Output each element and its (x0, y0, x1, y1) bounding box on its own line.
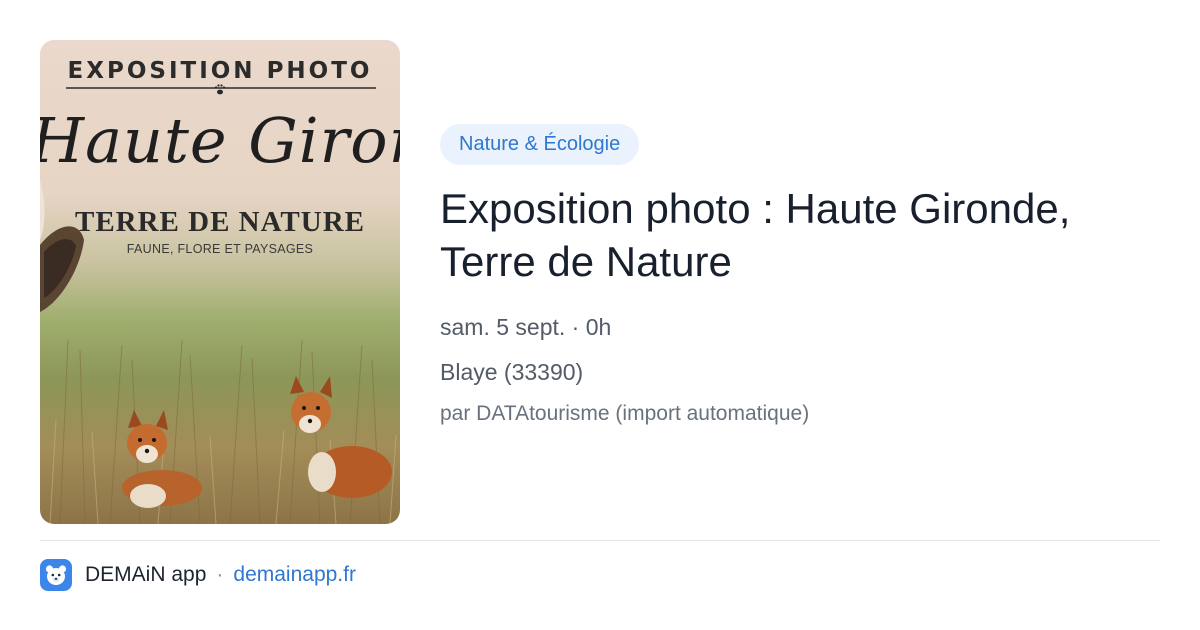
category-badge[interactable]: Nature & Écologie (440, 124, 640, 165)
footer-divider (40, 540, 1160, 541)
event-source: par DATAtourisme (import automatique) (440, 402, 810, 425)
poster-script-title: Haute Gironde (40, 104, 400, 177)
footer-app-name: DEMAiN app (85, 563, 207, 586)
footer-separator: · (216, 563, 224, 586)
footer-domain-link[interactable]: demainapp.fr (233, 563, 356, 587)
poster-subtitle: TERRE DE NATURE (74, 206, 365, 238)
poster-tagline: FAUNE, FLORE ET PAYSAGES (126, 242, 314, 256)
event-poster-image[interactable]: EXPOSITION PHOTO Haute Gironde TERRE DE … (40, 40, 400, 524)
event-date: sam. 5 sept. · 0h (440, 314, 612, 340)
bear-app-icon (40, 559, 72, 591)
poster-header-text: EXPOSITION PHOTO (67, 58, 373, 84)
event-title[interactable]: Exposition photo : Haute Gironde, Terre … (440, 182, 1160, 288)
footer: DEMAiN app · demainapp.fr (40, 558, 356, 592)
event-location: Blaye (33390) (440, 359, 584, 385)
